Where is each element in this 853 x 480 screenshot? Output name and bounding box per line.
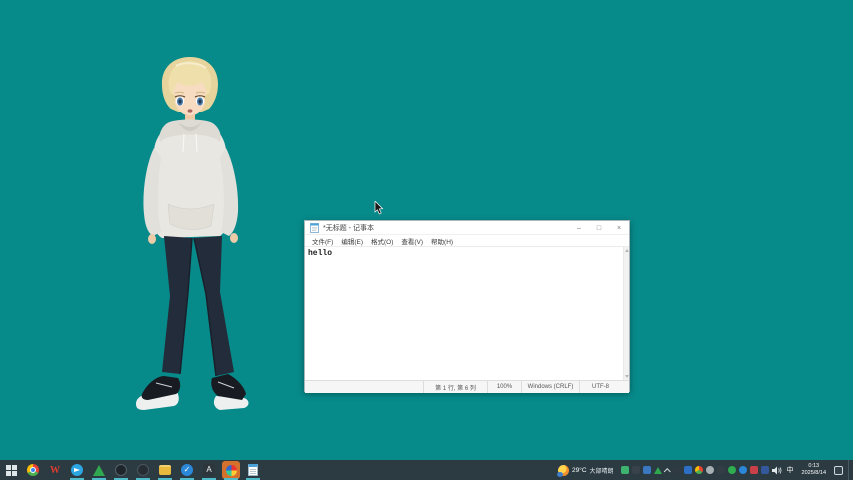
a-app-icon: A bbox=[203, 464, 215, 476]
taskbar-dark-round-app-1[interactable] bbox=[110, 460, 132, 480]
notepad-menubar: 文件(F) 编辑(E) 格式(O) 查看(V) 帮助(H) bbox=[305, 235, 629, 247]
green-triangle-tray-icon[interactable] bbox=[653, 466, 662, 474]
taskbar-clock[interactable]: 0:13 2025/8/14 bbox=[799, 463, 829, 477]
dark-round-icon-1 bbox=[115, 464, 127, 476]
windows-logo-icon bbox=[5, 464, 17, 476]
taskbar: W ✓ A 29°C 大部晴朗 中 0:13 2025/8/14 bbox=[0, 460, 853, 480]
wechat-icon[interactable] bbox=[620, 466, 629, 474]
shoes bbox=[136, 374, 249, 410]
dark-a-app-icon[interactable] bbox=[631, 466, 640, 474]
yellow-folder-icon bbox=[159, 465, 171, 475]
desktop: *无标题 - 记事本 – □ × 文件(F) 编辑(E) 格式(O) 查看(V)… bbox=[0, 0, 853, 480]
taskbar-a-app[interactable]: A bbox=[198, 460, 220, 480]
green-triangle-icon bbox=[93, 464, 105, 476]
status-zoom-level[interactable]: 100% bbox=[487, 381, 521, 393]
mouse-cursor bbox=[374, 201, 384, 215]
mouth bbox=[187, 109, 193, 113]
gray-app-icon[interactable] bbox=[705, 466, 714, 474]
notepad-statusbar: 第 1 行, 第 6 列 100% Windows (CRLF) UTF-8 bbox=[305, 380, 629, 393]
scroll-down-arrow-icon[interactable] bbox=[625, 375, 629, 379]
check-blue-icon[interactable] bbox=[738, 466, 747, 474]
clock-time: 0:13 bbox=[808, 463, 820, 469]
status-cursor-position: 第 1 行, 第 6 列 bbox=[423, 381, 487, 393]
taskbar-notepad[interactable] bbox=[242, 460, 264, 480]
show-desktop-button[interactable] bbox=[848, 460, 851, 480]
volume-icon[interactable] bbox=[771, 466, 782, 475]
ime-indicator[interactable]: 中 bbox=[785, 465, 796, 475]
weather-temperature: 29°C bbox=[571, 466, 587, 474]
dark-app-icon[interactable] bbox=[716, 466, 725, 474]
close-button[interactable]: × bbox=[609, 221, 629, 235]
taskbar-check-app[interactable]: ✓ bbox=[176, 460, 198, 480]
clock-date: 2025/8/14 bbox=[801, 470, 826, 476]
document-text: hello bbox=[308, 249, 333, 258]
notepad-task-icon bbox=[248, 464, 258, 476]
notepad-text-area[interactable]: hello bbox=[305, 247, 629, 380]
dark-round-icon-2 bbox=[137, 464, 149, 476]
status-line-ending: Windows (CRLF) bbox=[521, 381, 579, 393]
taskbar-chrome[interactable] bbox=[22, 460, 44, 480]
chrome-icon bbox=[27, 464, 39, 476]
telegram-icon bbox=[71, 464, 83, 476]
system-tray: 29°C 大部晴朗 中 0:13 2025/8/14 bbox=[556, 460, 853, 480]
notepad-window: *无标题 - 记事本 – □ × 文件(F) 编辑(E) 格式(O) 查看(V)… bbox=[304, 220, 630, 393]
window-title: *无标题 - 记事本 bbox=[323, 224, 374, 232]
hidden-icons-chevron-icon[interactable] bbox=[665, 468, 670, 473]
menu-help[interactable]: 帮助(H) bbox=[427, 236, 457, 246]
weather-icon bbox=[556, 464, 569, 477]
taskbar-wps[interactable]: W bbox=[44, 460, 66, 480]
red-app-icon[interactable] bbox=[749, 466, 758, 474]
green-shield-icon[interactable] bbox=[727, 466, 736, 474]
start-button[interactable] bbox=[0, 460, 22, 480]
menu-file[interactable]: 文件(F) bbox=[308, 236, 337, 246]
scroll-up-arrow-icon[interactable] bbox=[625, 248, 629, 252]
chrome-tray-icon[interactable] bbox=[694, 466, 703, 474]
anime-boy-mascot[interactable] bbox=[128, 52, 260, 418]
weather-condition: 大部晴朗 bbox=[589, 468, 614, 475]
taskbar-mascot-app-active[interactable] bbox=[220, 460, 242, 480]
notepad-app-icon bbox=[310, 222, 319, 233]
blue-check-icon: ✓ bbox=[181, 464, 193, 476]
taskbar-dark-round-app-2[interactable] bbox=[132, 460, 154, 480]
wps-icon: W bbox=[50, 464, 60, 476]
vertical-scrollbar[interactable] bbox=[623, 247, 629, 380]
notification-icon[interactable] bbox=[834, 465, 843, 475]
menu-edit[interactable]: 编辑(E) bbox=[337, 236, 367, 246]
status-encoding: UTF-8 bbox=[579, 381, 621, 393]
weather-widget[interactable]: 29°C 大部晴朗 bbox=[556, 464, 618, 477]
gamepad-dark-icon[interactable] bbox=[672, 466, 681, 474]
minimize-button[interactable]: – bbox=[569, 221, 589, 235]
pants bbox=[162, 236, 234, 377]
info-blue-icon[interactable] bbox=[683, 466, 692, 474]
menu-view[interactable]: 查看(V) bbox=[397, 236, 427, 246]
taskbar-telegram[interactable] bbox=[66, 460, 88, 480]
hoodie bbox=[143, 119, 239, 244]
taskbar-yellow-app[interactable] bbox=[154, 460, 176, 480]
mascot-app-icon bbox=[222, 461, 240, 479]
taskbar-green-triangle-app[interactable] bbox=[88, 460, 110, 480]
notepad-titlebar[interactable]: *无标题 - 记事本 – □ × bbox=[305, 221, 629, 235]
blue-app-icon[interactable] bbox=[642, 466, 651, 474]
mail-blue-icon[interactable] bbox=[760, 466, 769, 474]
menu-format[interactable]: 格式(O) bbox=[367, 236, 397, 246]
maximize-button[interactable]: □ bbox=[589, 221, 609, 235]
